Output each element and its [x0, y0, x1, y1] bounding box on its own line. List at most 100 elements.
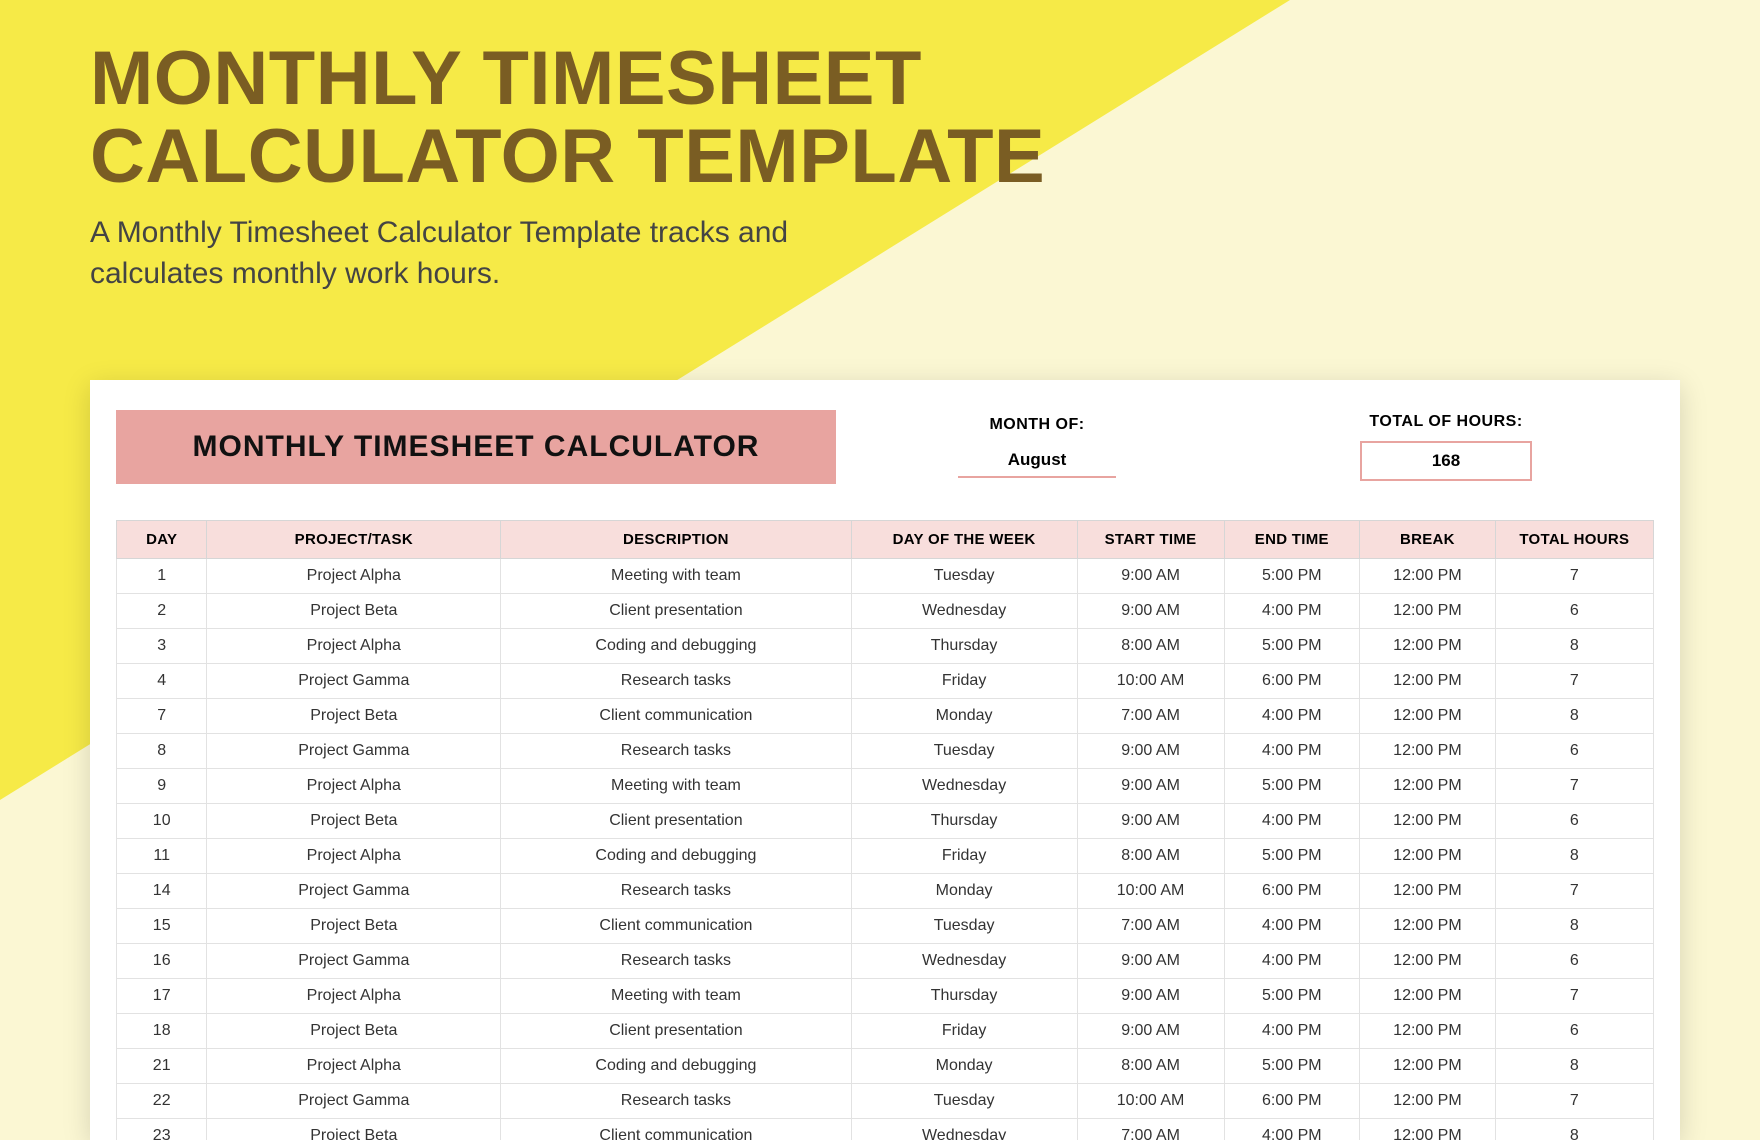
month-label: MONTH OF:	[958, 416, 1117, 434]
cell-start-time: 10:00 AM	[1077, 1084, 1224, 1119]
cell-start-time: 8:00 AM	[1077, 1049, 1224, 1084]
cell-description: Coding and debugging	[501, 839, 851, 874]
month-block: MONTH OF: August	[958, 416, 1117, 478]
cell-day: 1	[117, 559, 207, 594]
cell-day: 21	[117, 1049, 207, 1084]
cell-break: 12:00 PM	[1360, 839, 1496, 874]
cell-description: Meeting with team	[501, 769, 851, 804]
sheet-header: MONTHLY TIMESHEET CALCULATOR MONTH OF: A…	[116, 410, 1654, 484]
cell-break: 12:00 PM	[1360, 874, 1496, 909]
cell-total-hours: 7	[1495, 559, 1653, 594]
cell-total-hours: 7	[1495, 1084, 1653, 1119]
cell-total-hours: 6	[1495, 944, 1653, 979]
cell-project: Project Alpha	[207, 979, 501, 1014]
table-row: 16Project GammaResearch tasksWednesday9:…	[117, 944, 1654, 979]
cell-start-time: 9:00 AM	[1077, 944, 1224, 979]
table-row: 14Project GammaResearch tasksMonday10:00…	[117, 874, 1654, 909]
cell-start-time: 9:00 AM	[1077, 734, 1224, 769]
cell-end-time: 5:00 PM	[1224, 769, 1360, 804]
cell-end-time: 5:00 PM	[1224, 559, 1360, 594]
table-row: 10Project BetaClient presentationThursda…	[117, 804, 1654, 839]
page-title: MONTHLY TIMESHEET CALCULATOR TEMPLATE	[90, 40, 1045, 195]
cell-project: Project Gamma	[207, 944, 501, 979]
cell-day: 15	[117, 909, 207, 944]
cell-day-of-week: Thursday	[851, 629, 1077, 664]
table-row: 9Project AlphaMeeting with teamWednesday…	[117, 769, 1654, 804]
total-hours-value: 168	[1360, 441, 1532, 481]
cell-day: 3	[117, 629, 207, 664]
cell-end-time: 4:00 PM	[1224, 909, 1360, 944]
page-subtitle: A Monthly Timesheet Calculator Template …	[90, 213, 850, 294]
cell-day-of-week: Monday	[851, 699, 1077, 734]
table-row: 15Project BetaClient communicationTuesda…	[117, 909, 1654, 944]
cell-project: Project Gamma	[207, 1084, 501, 1119]
cell-end-time: 4:00 PM	[1224, 734, 1360, 769]
table-row: 17Project AlphaMeeting with teamThursday…	[117, 979, 1654, 1014]
cell-end-time: 4:00 PM	[1224, 804, 1360, 839]
cell-project: Project Alpha	[207, 629, 501, 664]
total-hours-block: TOTAL OF HOURS: 168	[1360, 413, 1532, 481]
cell-start-time: 7:00 AM	[1077, 909, 1224, 944]
table-row: 7Project BetaClient communicationMonday7…	[117, 699, 1654, 734]
cell-break: 12:00 PM	[1360, 804, 1496, 839]
col-description: DESCRIPTION	[501, 521, 851, 559]
table-row: 3Project AlphaCoding and debuggingThursd…	[117, 629, 1654, 664]
cell-day: 16	[117, 944, 207, 979]
cell-total-hours: 6	[1495, 594, 1653, 629]
cell-break: 12:00 PM	[1360, 769, 1496, 804]
cell-total-hours: 7	[1495, 664, 1653, 699]
table-row: 22Project GammaResearch tasksTuesday10:0…	[117, 1084, 1654, 1119]
col-project: PROJECT/TASK	[207, 521, 501, 559]
cell-project: Project Beta	[207, 1119, 501, 1140]
cell-project: Project Beta	[207, 909, 501, 944]
cell-day-of-week: Tuesday	[851, 909, 1077, 944]
cell-end-time: 4:00 PM	[1224, 594, 1360, 629]
cell-total-hours: 6	[1495, 734, 1653, 769]
cell-description: Research tasks	[501, 944, 851, 979]
cell-start-time: 9:00 AM	[1077, 594, 1224, 629]
cell-project: Project Alpha	[207, 559, 501, 594]
cell-end-time: 4:00 PM	[1224, 699, 1360, 734]
cell-description: Coding and debugging	[501, 1049, 851, 1084]
col-end-time: END TIME	[1224, 521, 1360, 559]
cell-project: Project Alpha	[207, 1049, 501, 1084]
cell-break: 12:00 PM	[1360, 979, 1496, 1014]
cell-description: Research tasks	[501, 664, 851, 699]
title-line-2: CALCULATOR TEMPLATE	[90, 114, 1045, 199]
cell-day: 11	[117, 839, 207, 874]
month-value: August	[958, 444, 1117, 478]
cell-day: 4	[117, 664, 207, 699]
cell-project: Project Beta	[207, 804, 501, 839]
cell-day: 8	[117, 734, 207, 769]
cell-project: Project Beta	[207, 1014, 501, 1049]
cell-total-hours: 8	[1495, 629, 1653, 664]
cell-description: Meeting with team	[501, 559, 851, 594]
cell-description: Client presentation	[501, 804, 851, 839]
cell-project: Project Beta	[207, 699, 501, 734]
cell-project: Project Gamma	[207, 664, 501, 699]
cell-break: 12:00 PM	[1360, 909, 1496, 944]
cell-end-time: 4:00 PM	[1224, 1119, 1360, 1140]
cell-day-of-week: Wednesday	[851, 1119, 1077, 1140]
cell-description: Research tasks	[501, 734, 851, 769]
cell-day: 9	[117, 769, 207, 804]
table-row: 1Project AlphaMeeting with teamTuesday9:…	[117, 559, 1654, 594]
cell-break: 12:00 PM	[1360, 1084, 1496, 1119]
table-row: 21Project AlphaCoding and debuggingMonda…	[117, 1049, 1654, 1084]
title-line-1: MONTHLY TIMESHEET	[90, 36, 922, 121]
cell-description: Client presentation	[501, 594, 851, 629]
cell-project: Project Gamma	[207, 734, 501, 769]
cell-day-of-week: Thursday	[851, 979, 1077, 1014]
cell-day-of-week: Tuesday	[851, 734, 1077, 769]
cell-day: 17	[117, 979, 207, 1014]
table-row: 23Project BetaClient communicationWednes…	[117, 1119, 1654, 1140]
cell-day-of-week: Thursday	[851, 804, 1077, 839]
cell-day-of-week: Tuesday	[851, 1084, 1077, 1119]
cell-start-time: 9:00 AM	[1077, 804, 1224, 839]
cell-break: 12:00 PM	[1360, 734, 1496, 769]
cell-day: 22	[117, 1084, 207, 1119]
cell-day-of-week: Monday	[851, 874, 1077, 909]
col-start-time: START TIME	[1077, 521, 1224, 559]
cell-start-time: 10:00 AM	[1077, 664, 1224, 699]
cell-start-time: 7:00 AM	[1077, 699, 1224, 734]
